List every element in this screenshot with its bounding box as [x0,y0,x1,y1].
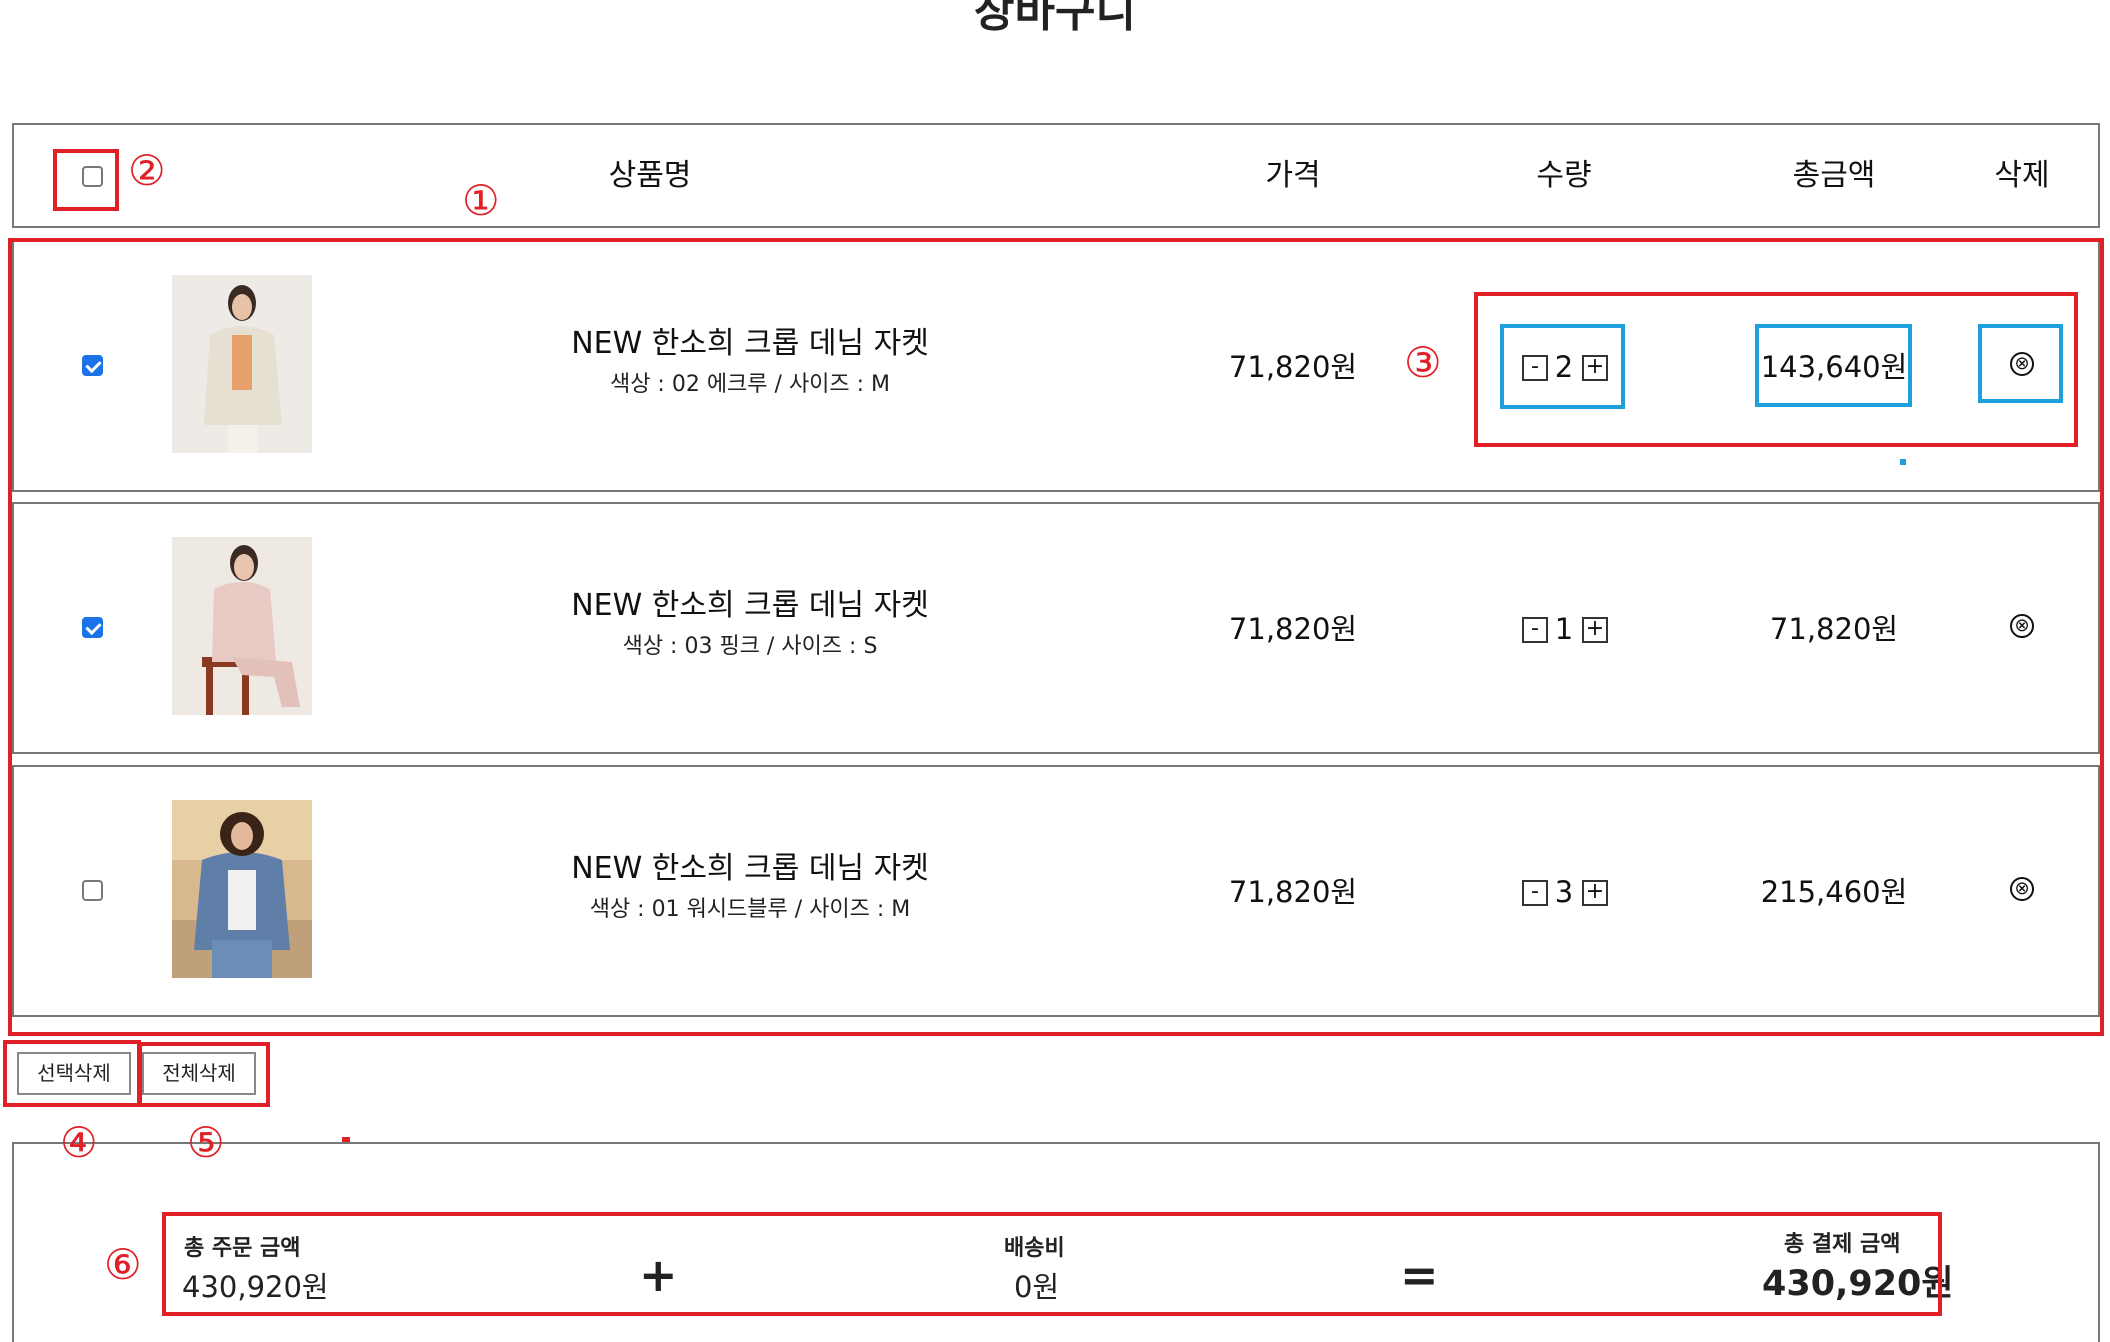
annotation-dot-red [342,1137,350,1142]
header-price: 가격 [1265,158,1321,193]
header-quantity: 수량 [1536,158,1592,193]
annotation-number-4: ④ [60,1118,98,1167]
annotation-box-delete-selected [3,1040,141,1107]
annotation-box-delete-all [138,1042,270,1107]
annotation-number-3: ③ [1404,338,1442,387]
header-delete: 삭제 [1994,158,2050,193]
annotation-box-summary [162,1212,1942,1316]
annotation-box-quantity [1500,324,1625,409]
cart-table-header: 상품명 가격 수량 총금액 삭제 [12,123,2100,228]
annotation-dot-blue [1900,459,1906,465]
page-title: 장바구니 [974,0,1136,37]
annotation-number-6: ⑥ [104,1240,142,1289]
annotation-box-delete [1978,324,2063,403]
annotation-number-5: ⑤ [187,1118,225,1167]
header-product-name: 상품명 [608,158,692,193]
annotation-number-2: ② [128,146,166,195]
annotation-box-item-total [1755,324,1912,407]
annotation-number-1: ① [462,176,500,225]
annotation-box-select-all [53,149,119,211]
